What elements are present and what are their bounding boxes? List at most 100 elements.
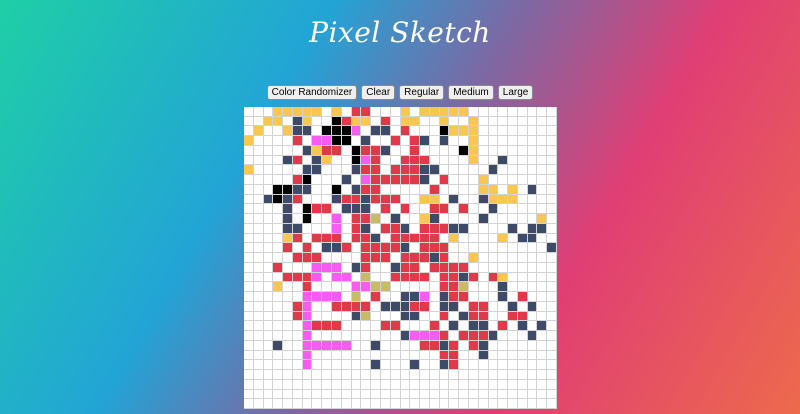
grid-cell[interactable] — [244, 331, 254, 341]
grid-cell[interactable] — [351, 165, 362, 176]
grid-cell[interactable] — [537, 292, 548, 302]
grid-cell[interactable] — [420, 145, 430, 156]
grid-cell[interactable] — [468, 243, 479, 254]
grid-cell[interactable] — [351, 126, 362, 137]
grid-cell[interactable] — [488, 399, 499, 409]
grid-cell[interactable] — [439, 311, 450, 322]
grid-cell[interactable] — [341, 350, 352, 361]
grid-cell[interactable] — [263, 155, 274, 166]
grid-cell[interactable] — [517, 262, 528, 273]
grid-cell[interactable] — [332, 340, 342, 351]
grid-cell[interactable] — [380, 340, 391, 351]
grid-cell[interactable] — [459, 253, 469, 263]
grid-cell[interactable] — [537, 253, 548, 263]
grid-cell[interactable] — [263, 379, 274, 390]
grid-cell[interactable] — [390, 253, 401, 263]
grid-cell[interactable] — [263, 184, 274, 195]
grid-cell[interactable] — [322, 399, 333, 409]
grid-cell[interactable] — [312, 331, 323, 341]
grid-cell[interactable] — [537, 116, 548, 127]
grid-cell[interactable] — [449, 360, 460, 371]
grid-cell[interactable] — [380, 331, 391, 341]
grid-cell[interactable] — [273, 116, 284, 127]
grid-cell[interactable] — [253, 233, 264, 244]
grid-cell[interactable] — [547, 145, 557, 156]
grid-cell[interactable] — [547, 370, 557, 380]
grid-cell[interactable] — [380, 126, 391, 137]
grid-cell[interactable] — [380, 175, 391, 185]
grid-cell[interactable] — [380, 321, 391, 332]
grid-cell[interactable] — [302, 126, 313, 137]
grid-cell[interactable] — [488, 243, 499, 254]
grid-cell[interactable] — [527, 214, 538, 224]
grid-cell[interactable] — [410, 301, 421, 312]
grid-cell[interactable] — [537, 311, 548, 322]
grid-cell[interactable] — [341, 379, 352, 390]
grid-cell[interactable] — [302, 136, 313, 146]
grid-cell[interactable] — [273, 253, 284, 263]
grid-cell[interactable] — [449, 389, 460, 400]
grid-cell[interactable] — [244, 360, 254, 371]
grid-cell[interactable] — [263, 282, 274, 293]
grid-cell[interactable] — [478, 223, 489, 234]
grid-cell[interactable] — [380, 253, 391, 263]
color-randomizer-button[interactable]: Color Randomizer — [266, 85, 358, 100]
grid-cell[interactable] — [439, 379, 450, 390]
grid-cell[interactable] — [390, 301, 401, 312]
grid-cell[interactable] — [292, 136, 303, 146]
grid-cell[interactable] — [312, 379, 323, 390]
grid-cell[interactable] — [449, 136, 460, 146]
grid-cell[interactable] — [273, 389, 284, 400]
grid-cell[interactable] — [449, 126, 460, 137]
grid-cell[interactable] — [527, 360, 538, 371]
grid-cell[interactable] — [547, 253, 557, 263]
grid-cell[interactable] — [273, 243, 284, 254]
grid-cell[interactable] — [449, 194, 460, 205]
grid-cell[interactable] — [351, 389, 362, 400]
grid-cell[interactable] — [292, 145, 303, 156]
grid-cell[interactable] — [312, 165, 323, 176]
grid-cell[interactable] — [292, 184, 303, 195]
grid-cell[interactable] — [380, 116, 391, 127]
grid-cell[interactable] — [380, 262, 391, 273]
grid-cell[interactable] — [380, 136, 391, 146]
grid-cell[interactable] — [508, 107, 518, 117]
grid-cell[interactable] — [322, 145, 333, 156]
grid-cell[interactable] — [390, 282, 401, 293]
grid-cell[interactable] — [361, 311, 372, 322]
grid-cell[interactable] — [449, 107, 460, 117]
grid-cell[interactable] — [332, 165, 342, 176]
grid-cell[interactable] — [468, 282, 479, 293]
grid-cell[interactable] — [439, 116, 450, 127]
grid-cell[interactable] — [488, 126, 499, 137]
grid-cell[interactable] — [292, 155, 303, 166]
grid-cell[interactable] — [302, 311, 313, 322]
grid-cell[interactable] — [439, 175, 450, 185]
grid-cell[interactable] — [400, 204, 411, 215]
grid-cell[interactable] — [292, 360, 303, 371]
grid-cell[interactable] — [253, 126, 264, 137]
grid-cell[interactable] — [449, 165, 460, 176]
grid-cell[interactable] — [537, 360, 548, 371]
grid-cell[interactable] — [283, 223, 293, 234]
grid-cell[interactable] — [273, 311, 284, 322]
grid-cell[interactable] — [361, 223, 372, 234]
grid-cell[interactable] — [361, 253, 372, 263]
grid-cell[interactable] — [478, 350, 489, 361]
grid-cell[interactable] — [371, 331, 381, 341]
grid-cell[interactable] — [508, 399, 518, 409]
grid-cell[interactable] — [390, 145, 401, 156]
grid-cell[interactable] — [468, 340, 479, 351]
grid-cell[interactable] — [244, 370, 254, 380]
grid-cell[interactable] — [312, 370, 323, 380]
grid-cell[interactable] — [244, 243, 254, 254]
grid-cell[interactable] — [253, 136, 264, 146]
grid-cell[interactable] — [292, 223, 303, 234]
grid-cell[interactable] — [371, 340, 381, 351]
grid-cell[interactable] — [253, 223, 264, 234]
grid-cell[interactable] — [361, 370, 372, 380]
grid-cell[interactable] — [361, 389, 372, 400]
grid-cell[interactable] — [332, 399, 342, 409]
grid-cell[interactable] — [410, 262, 421, 273]
grid-cell[interactable] — [322, 379, 333, 390]
